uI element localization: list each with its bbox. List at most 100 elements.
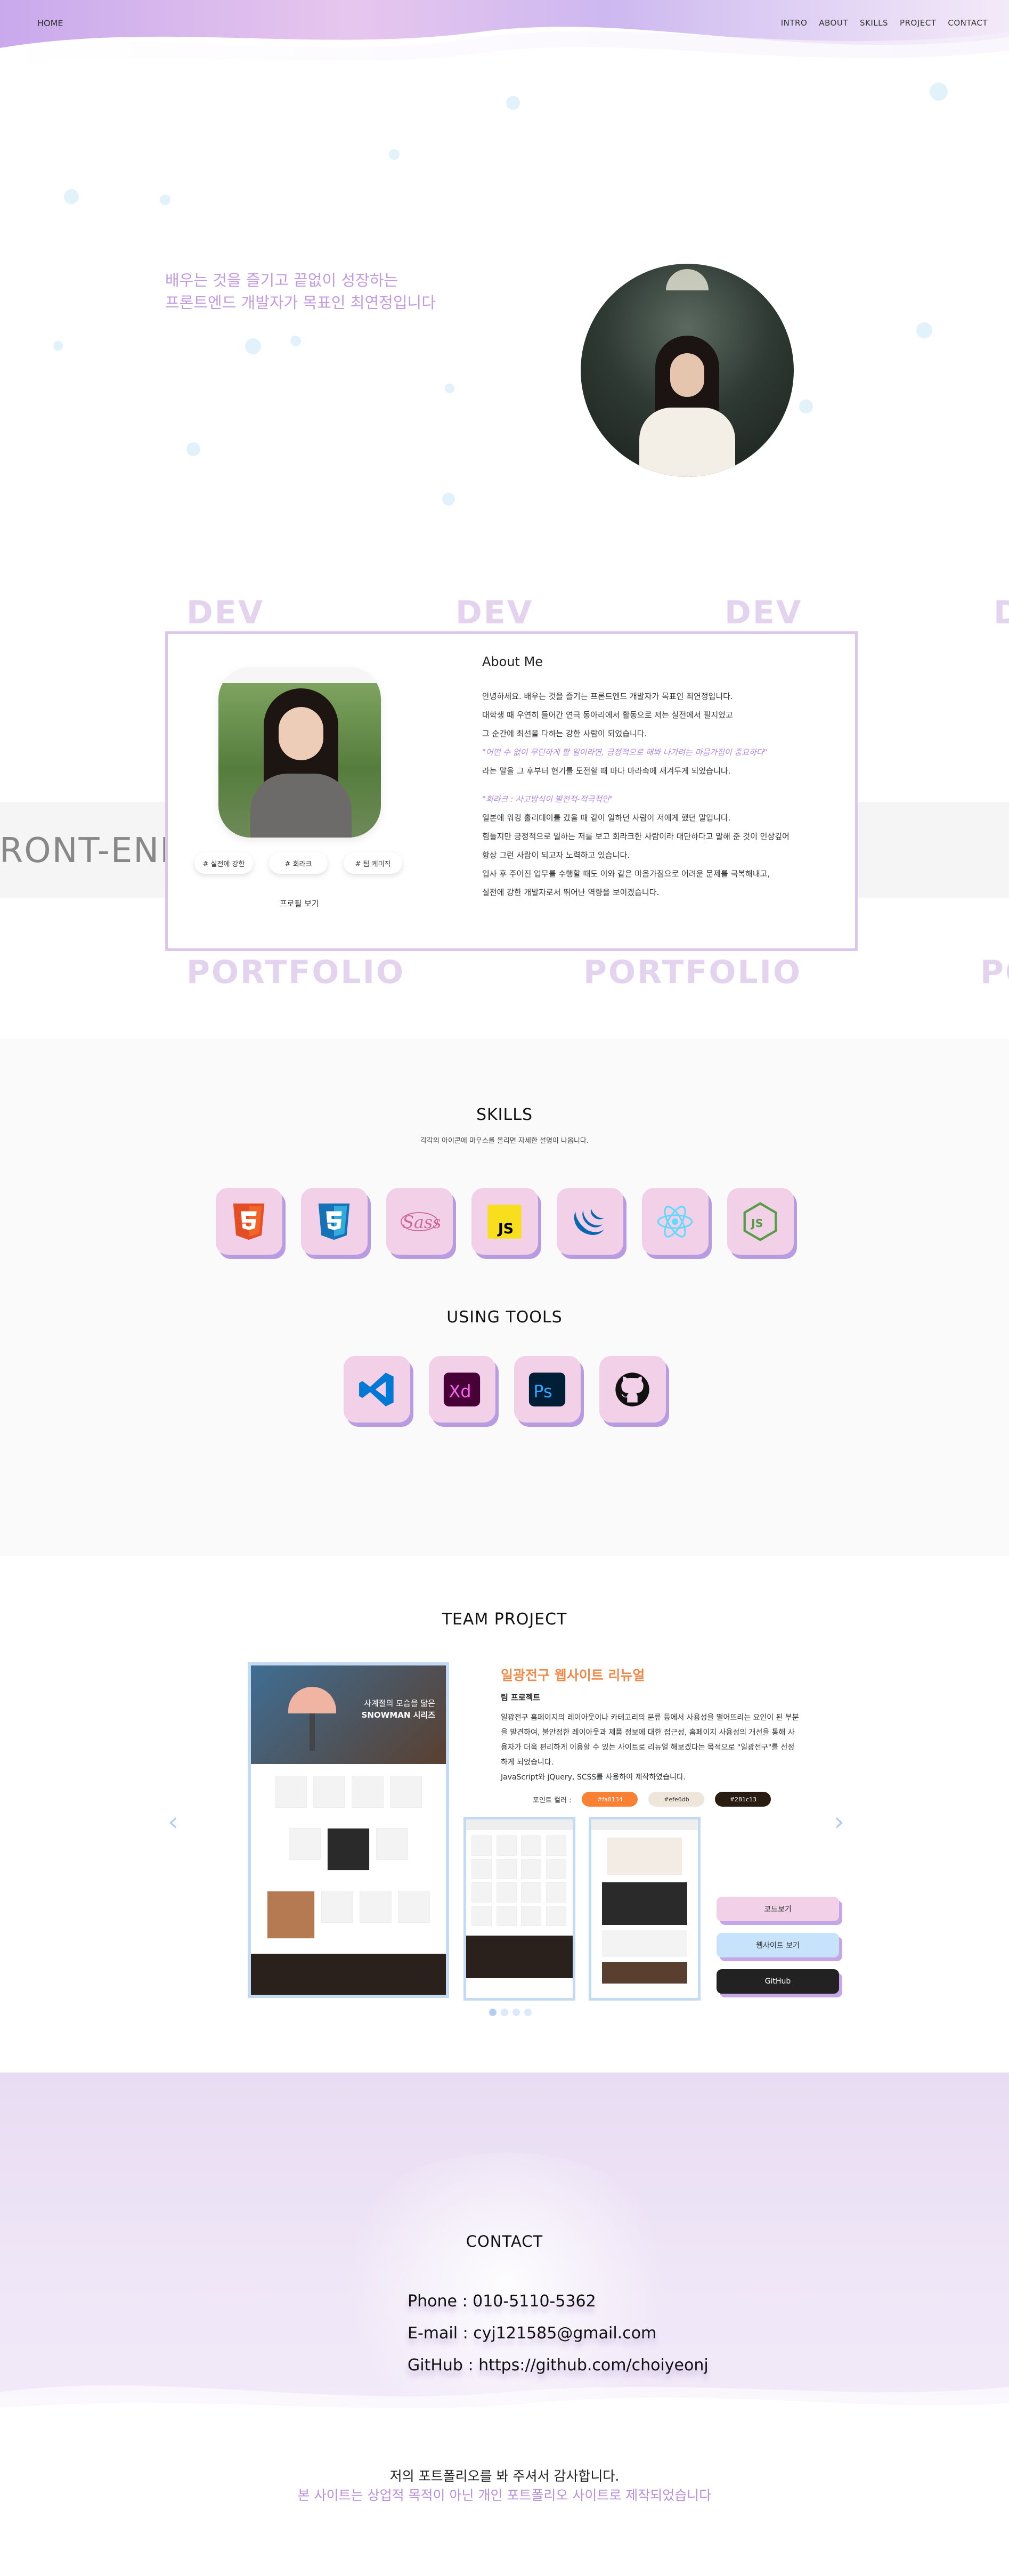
github-button[interactable]: GitHub [717,1969,839,1994]
javascript-icon[interactable]: JS [471,1188,538,1255]
nav-home-link[interactable]: HOME [37,18,63,28]
tag-chip: # 회라크 [269,852,328,874]
bubble [445,384,454,393]
main-nav: INTRO ABOUT SKILLS PROJECT CONTACT [781,18,988,28]
project-main-screenshot: 사계절의 모습을 닮은 SNOWMAN 시리즈 [248,1662,449,1998]
contact-title: CONTACT [466,2232,543,2250]
about-text-line: 라는 말을 그 후부터 현기를 도전할 때 마다 마라속에 새겨두게 되었습니다… [482,766,731,776]
carousel-dot[interactable] [524,2009,532,2016]
about-text-line: 실전에 강한 개발자로서 뛰어난 역량을 보이겠습니다. [482,888,660,897]
about-quote: "회라크 : 사고방식이 발전적-적극적인" [482,794,613,804]
skills-section: SKILLS 각각의 아이콘에 마우스를 올리면 자세한 설명이 나옵니다. S… [0,1039,1009,1556]
bubble [799,400,813,413]
color-chip: #fa8134 [582,1792,638,1807]
bubble [442,493,455,506]
nav-about[interactable]: ABOUT [819,18,848,28]
skills-icon-row: Sass JS JS [0,1188,1009,1255]
about-body: 안녕하세요. 배우는 것을 즐기는 프론트엔드 개발자가 목표인 최연정입니다.… [482,687,834,902]
carousel-dots [489,2009,532,2016]
project-hero: 사계절의 모습을 닮은 SNOWMAN 시리즈 [251,1665,446,1764]
svg-text:JS: JS [750,1216,763,1229]
project-screenshot-2 [463,1817,575,2001]
point-colors: 포인트 컬러 : #fa8134 #efe6db #281c13 [533,1792,771,1807]
bubble [245,338,261,354]
marquee-word: DEV [186,594,265,631]
carousel-dot[interactable] [501,2009,508,2016]
bubble [64,189,79,204]
carousel-next-arrow[interactable]: › [834,1806,844,1837]
band-marquee-text: FRONT-END [0,831,188,871]
view-code-button[interactable]: 코드보기 [717,1897,839,1921]
about-text-line: 일본에 워킹 홀리데이를 갔을 때 같이 일하던 사람이 저에게 했던 말입니다… [482,813,731,823]
nav-project[interactable]: PROJECT [900,18,936,28]
about-card: # 실전에 강한 # 회라크 # 팀 케미직 프로필 보기 About Me 안… [165,631,858,951]
team-title: TEAM PROJECT [442,1610,567,1629]
bubble [930,83,948,101]
marquee-word: DEV [725,594,803,631]
carousel-prev-arrow[interactable]: ‹ [168,1806,178,1837]
nodejs-icon[interactable]: JS [727,1188,794,1255]
about-text-line: 입사 후 주어진 업무를 수행할 때도 이와 같은 마음가짐으로 어려운 문제를… [482,869,770,879]
about-section: DEVDEVDEVDEV FRONT-END PORTFOLIOPORTFOLI… [0,559,1009,1039]
contact-phone: Phone : 010-5110-5362 [408,2292,596,2311]
about-title: About Me [482,654,543,669]
svg-text:Xd: Xd [449,1382,471,1401]
about-photo [218,667,381,838]
bubble [916,322,932,338]
svg-text:JS: JS [497,1220,514,1237]
bubble [290,336,301,346]
thanks-message: 저의 포트폴리오를 봐 주셔서 감사합니다. 본 사이트는 상업적 목적이 아닌… [0,2467,1009,2505]
svg-text:Ps: Ps [533,1382,552,1401]
bubble [389,149,400,160]
hero-text: 사계절의 모습을 닮은 [364,1699,435,1708]
contact-info: Phone : 010-5110-5362 E-mail : cyj121585… [408,2286,709,2382]
nav-intro[interactable]: INTRO [781,18,808,28]
contact-section: CONTACT Phone : 010-5110-5362 E-mail : c… [0,2073,1009,2576]
nav-skills[interactable]: SKILLS [860,18,888,28]
point-color-label: 포인트 컬러 : [533,1796,572,1805]
intro-line-2: 프론트엔드 개발자가 목표인 최연정입니다 [165,294,436,312]
intro-headline: 배우는 것을 즐기고 끝없이 성장하는 프론트엔드 개발자가 목표인 최연정입니… [165,269,436,314]
about-text-line: 안녕하세요. 배우는 것을 즐기는 프론트엔드 개발자가 목표인 최연정입니다. [482,692,733,701]
thanks-line-1: 저의 포트폴리오를 봐 주셔서 감사합니다. [389,2468,620,2484]
header-wave [0,0,1009,69]
tag-chip: # 팀 케미직 [344,852,402,874]
jquery-icon[interactable] [556,1188,623,1255]
profile-photo-circle [581,264,794,477]
react-icon[interactable] [641,1188,709,1255]
project-screenshot-3 [589,1817,701,2001]
sass-icon[interactable]: Sass [386,1188,453,1255]
nav-contact[interactable]: CONTACT [948,18,988,28]
site-header: HOME INTRO ABOUT SKILLS PROJECT CONTACT [0,0,1009,80]
view-website-button[interactable]: 웹사이트 보기 [717,1933,839,1957]
project-type: 팀 프로젝트 [501,1693,541,1702]
html5-icon[interactable] [215,1188,282,1255]
portfolio-marquee: PORTFOLIO PORTFOLIO PORTFOLIO [0,954,1009,991]
carousel-dot[interactable] [512,2009,520,2016]
intro-section: 배우는 것을 즐기고 끝없이 성장하는 프론트엔드 개발자가 목표인 최연정입니… [0,80,1009,559]
css3-icon[interactable] [300,1188,368,1255]
thanks-line-2: 본 사이트는 상업적 목적이 아닌 개인 포트폴리오 사이트로 제작되었습니다 [297,2488,712,2503]
tag-chip: # 실전에 강한 [194,852,253,874]
contact-email[interactable]: E-mail : cyj121585@gmail.com [408,2318,709,2350]
skills-subtitle: 각각의 아이콘에 마우스를 올리면 자세한 설명이 나옵니다. [420,1137,589,1145]
vscode-icon[interactable] [343,1356,410,1423]
dev-marquee: DEV DEV DEV DEV [0,594,1009,631]
marquee-word: DEV [455,594,534,631]
about-text-line: 항상 그런 사람이 되고자 노력하고 있습니다. [482,850,630,860]
adobe-xd-icon[interactable]: Xd [428,1356,495,1423]
project-buttons: 코드보기 웹사이트 보기 GitHub [717,1897,839,1994]
bubble [53,341,63,351]
github-icon[interactable] [599,1356,666,1423]
tools-icon-row: Xd Ps [0,1356,1009,1423]
marquee-word: PORTFOLIO [186,954,405,991]
profile-view-link[interactable]: 프로필 보기 [280,898,319,909]
intro-line-1: 배우는 것을 즐기고 끝없이 성장하는 [165,271,398,289]
carousel-dot[interactable] [489,2009,497,2016]
bubble [186,442,200,456]
project-title: 일광전구 웹사이트 리뉴얼 [501,1668,645,1683]
about-tags: # 실전에 강한 # 회라크 # 팀 케미직 [194,852,402,874]
project-description: 일광전구 홈페이지의 레이아웃이나 카테고리의 분류 등에서 사용성을 떨어뜨리… [501,1713,799,1767]
photoshop-icon[interactable]: Ps [514,1356,581,1423]
team-project-section: TEAM PROJECT ‹ › 사계절의 모습을 닮은 SNOWMAN 시리즈 [0,1556,1009,2073]
